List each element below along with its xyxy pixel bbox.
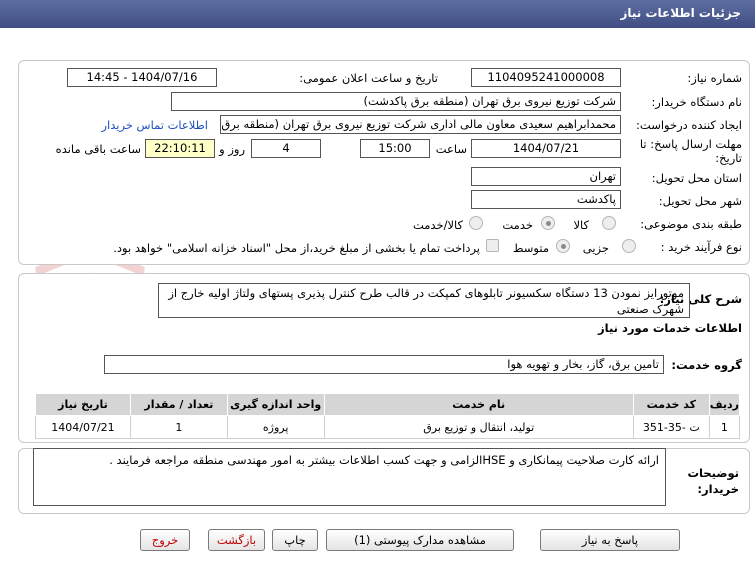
process-option-minor: جزیی xyxy=(582,241,609,255)
days-remaining-field: 4 xyxy=(251,139,321,158)
remaining-time-field: 22:10:11 xyxy=(145,139,215,158)
province-field: تهران xyxy=(471,167,621,186)
reply-button[interactable]: پاسخ به نیاز xyxy=(540,529,680,551)
category-option-service: خدمت xyxy=(502,218,533,232)
category-radio-goods-service[interactable] xyxy=(469,216,483,230)
notes-label: توضیحات xyxy=(687,466,740,480)
services-title: اطلاعات خدمات مورد نیاز xyxy=(598,321,742,335)
category-radio-goods[interactable] xyxy=(602,216,616,230)
buyer-field: شرکت توزیع نیروی برق تهران (منطقه برق پا… xyxy=(171,92,621,111)
category-option-goods-service: کالا/خدمت xyxy=(412,218,463,232)
creator-label: ایجاد کننده درخواست: xyxy=(636,118,742,132)
buyer-label: نام دستگاه خریدار: xyxy=(651,95,742,109)
col-unit: واحد اندازه گیری xyxy=(226,393,325,416)
table-row: 1 ت -35-351 تولید، انتقال و توزیع برق پر… xyxy=(35,415,741,439)
deadline-time-label: ساعت xyxy=(435,142,467,156)
payment-note: پرداخت تمام یا بخشی از مبلغ خرید،از محل … xyxy=(113,241,480,255)
process-option-medium: متوسط xyxy=(512,241,549,255)
col-service-name: نام خدمت xyxy=(323,393,634,416)
col-row: ردیف xyxy=(708,393,741,416)
city-field: پاکدشت xyxy=(471,190,621,209)
service-group-field: تامین برق، گاز، بخار و تهویه هوا xyxy=(104,355,664,374)
cell-unit: پروژه xyxy=(226,415,325,439)
need-info-panel xyxy=(18,60,750,265)
buyer-contact-link[interactable]: اطلاعات تماس خریدار xyxy=(101,118,208,132)
service-group-label: گروه خدمت: xyxy=(671,358,742,372)
col-quantity: تعداد / مقدار xyxy=(129,393,228,416)
announce-label: تاریخ و ساعت اعلان عمومی: xyxy=(299,71,438,85)
category-radio-service[interactable] xyxy=(541,216,555,230)
table-header-row: ردیف کد خدمت نام خدمت واحد اندازه گیری ت… xyxy=(35,393,741,416)
cell-row: 1 xyxy=(708,415,741,439)
deadline-date-field: 1404/07/21 xyxy=(471,139,621,158)
col-service-code: کد خدمت xyxy=(632,393,710,416)
cell-service-code: ت -35-351 xyxy=(632,415,710,439)
deadline-label-date: تاریخ: xyxy=(715,151,742,165)
process-label: نوع فرآیند خرید : xyxy=(660,240,742,254)
deadline-label: مهلت ارسال پاسخ: تا xyxy=(639,137,742,151)
cell-need-date: 1404/07/21 xyxy=(35,415,131,439)
category-label: طبقه بندی موضوعی: xyxy=(640,217,742,231)
summary-textarea[interactable]: موتورایز نمودن 13 دستگاه سکسیونر تابلوها… xyxy=(158,283,690,318)
province-label: استان محل تحویل: xyxy=(651,171,742,185)
back-button[interactable]: بازگشت xyxy=(208,529,265,551)
process-radio-minor[interactable] xyxy=(622,239,636,253)
exit-button[interactable]: خروج xyxy=(140,529,190,551)
col-need-date: تاریخ نیاز xyxy=(35,393,131,416)
need-number-label: شماره نیاز: xyxy=(687,71,742,85)
announce-datetime-field: 1404/07/16 - 14:45 xyxy=(67,68,217,87)
services-table: ردیف کد خدمت نام خدمت واحد اندازه گیری ت… xyxy=(35,393,741,439)
remaining-label: ساعت باقی مانده xyxy=(55,142,141,156)
days-label: روز و xyxy=(219,142,245,156)
notes-textarea[interactable]: ارائه کارت صلاحیت پیمانکاری و HSEالزامی … xyxy=(33,448,666,506)
cell-service-name: تولید، انتقال و توزیع برق xyxy=(323,415,634,439)
notes-label-buyer: خریدار: xyxy=(697,482,739,496)
creator-field: محمدابراهیم سعیدی معاون مالی اداری شرکت … xyxy=(220,115,621,134)
city-label: شهر محل تحویل: xyxy=(658,194,742,208)
attachments-button[interactable]: مشاهده مدارک پیوستی (1) xyxy=(326,529,514,551)
process-radio-medium[interactable] xyxy=(556,239,570,253)
cell-quantity: 1 xyxy=(129,415,228,439)
page-title: جزئیات اطلاعات نیاز xyxy=(0,0,755,28)
category-option-goods: کالا xyxy=(573,218,589,232)
need-number-field: 1104095241000008 xyxy=(471,68,621,87)
print-button[interactable]: چاپ xyxy=(272,529,318,551)
deadline-time-field: 15:00 xyxy=(360,139,430,158)
treasury-checkbox[interactable] xyxy=(486,239,499,252)
